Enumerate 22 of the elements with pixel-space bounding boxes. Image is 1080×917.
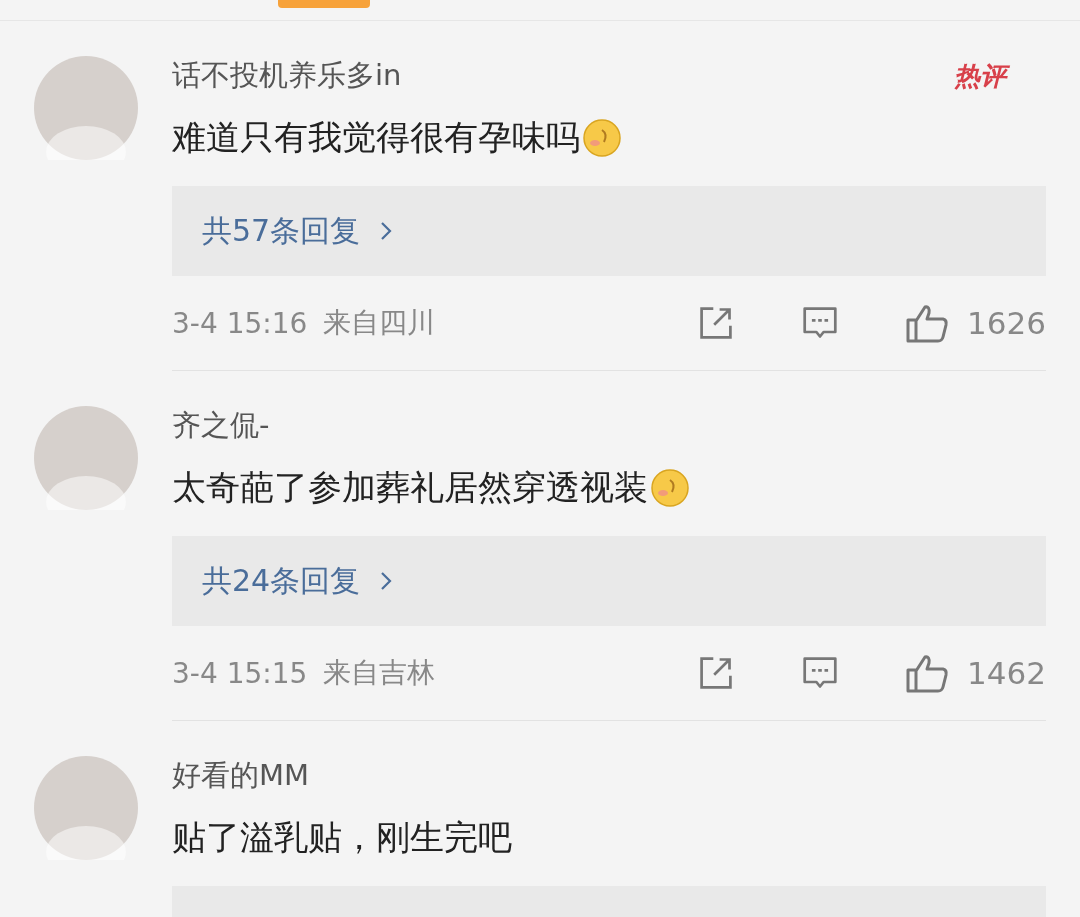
replies-panel[interactable]: 共57条回复 (172, 186, 1046, 276)
comment-icon[interactable] (801, 655, 840, 691)
thumbs-up-icon[interactable] (905, 303, 950, 343)
user-name[interactable]: 话不投机养乐多in (172, 56, 402, 96)
replies-link[interactable]: 共57条回复 (202, 210, 361, 252)
comment-icon[interactable] (801, 305, 840, 341)
replies-panel[interactable]: 共24条回复 (172, 536, 1046, 626)
chevron-icon (380, 221, 393, 241)
comment-time: 3-4 15:15 (172, 656, 308, 690)
comment-time: 3-4 15:16 (172, 306, 308, 340)
comment-text: 贴了溢乳贴，刚生完吧 (172, 816, 512, 859)
thumbs-up-icon[interactable] (905, 653, 950, 693)
comment-location: 来自四川 (323, 305, 436, 341)
user-name[interactable]: 齐之侃- (172, 406, 270, 446)
like-count: 1626 (967, 305, 1046, 341)
comment-location: 来自吉林 (323, 655, 436, 691)
replies-link[interactable]: 共24条回复 (202, 560, 361, 602)
user-name[interactable]: 好看的MM (172, 756, 310, 796)
comment-text: 难道只有我觉得很有孕味吗 (172, 116, 580, 159)
like-count: 1462 (967, 655, 1046, 691)
comment-text: 太奇葩了参加葬礼居然穿透视装 (172, 466, 648, 509)
chevron-icon (380, 571, 393, 591)
